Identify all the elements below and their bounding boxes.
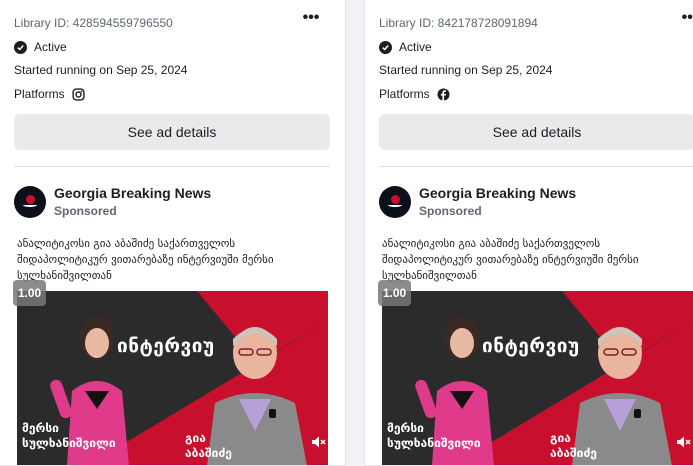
- library-id-row: Library ID: 428594559796550 •••: [14, 10, 331, 31]
- see-ad-details-button[interactable]: See ad details: [379, 114, 693, 150]
- started-running: Started running on Sep 25, 2024: [379, 63, 553, 77]
- status-text: Active: [399, 40, 432, 54]
- ad-body-text: ანალიტიკოსი გია აბაშიძე საქართველოს შიდა…: [382, 236, 682, 284]
- media-name-right: გია აბაშიძე: [550, 431, 597, 460]
- library-id: Library ID: 428594559796550: [14, 16, 173, 30]
- platforms-label: Platforms: [14, 87, 65, 101]
- see-ad-details-button[interactable]: See ad details: [14, 114, 330, 150]
- ad-text-line: შიდაპოლიტიკურ ვითარებაზე ინტერვიუში მერს…: [17, 253, 274, 266]
- advertiser-avatar[interactable]: [14, 186, 46, 218]
- advertiser-row: Georgia Breaking News Sponsored: [14, 185, 211, 218]
- platforms-row: Platforms: [14, 87, 85, 101]
- mute-icon[interactable]: [675, 434, 691, 450]
- library-id-row: Library ID: 842178728091894 •••: [379, 10, 693, 31]
- advertiser-avatar[interactable]: [379, 186, 411, 218]
- ad-text-line: შიდაპოლიტიკურ ვითარებაზე ინტერვიუში მერს…: [382, 253, 639, 266]
- ad-text-line: სულხანიშვილთან: [382, 269, 477, 282]
- facebook-icon: [437, 87, 450, 101]
- advertiser-name[interactable]: Georgia Breaking News: [54, 185, 211, 201]
- status-row: Active: [379, 39, 432, 55]
- ad-text-line: სულხანიშვილთან: [17, 269, 112, 282]
- ad-card: Library ID: 842178728091894 ••• Active S…: [364, 0, 693, 466]
- library-id: Library ID: 842178728091894: [379, 16, 538, 30]
- playback-rate-badge[interactable]: 1.00: [378, 280, 411, 306]
- media-title: ინტერვიუ: [117, 335, 215, 357]
- ad-text-line: ანალიტიკოსი გია აბაშიძე საქართველოს: [17, 237, 236, 250]
- media-name-left: მერსი სულხანიშვილი: [387, 421, 481, 450]
- ad-body-text: ანალიტიკოსი გია აბაშიძე საქართველოს შიდა…: [17, 236, 317, 284]
- ad-card: Library ID: 428594559796550 ••• Active S…: [0, 0, 346, 466]
- divider: [379, 166, 693, 167]
- started-running: Started running on Sep 25, 2024: [14, 63, 188, 77]
- more-options-icon[interactable]: •••: [680, 10, 693, 30]
- ad-library-results: Library ID: 428594559796550 ••• Active S…: [0, 0, 693, 466]
- platforms-label: Platforms: [379, 87, 430, 101]
- ad-video[interactable]: ინტერვიუ მერსი სულხანიშვილი გია აბაშიძე: [382, 291, 693, 465]
- advertiser-row: Georgia Breaking News Sponsored: [379, 185, 576, 218]
- sponsored-label: Sponsored: [54, 204, 117, 218]
- divider: [14, 166, 330, 167]
- more-options-icon[interactable]: •••: [301, 10, 321, 30]
- status-text: Active: [34, 40, 67, 54]
- playback-rate-badge[interactable]: 1.00: [13, 280, 46, 306]
- check-circle-icon: [14, 40, 27, 54]
- ad-video[interactable]: ინტერვიუ მერსი სულხანიშვილი გია აბაშიძე: [17, 291, 328, 465]
- instagram-icon: [72, 87, 85, 101]
- media-name-left: მერსი სულხანიშვილი: [22, 421, 116, 450]
- platforms-row: Platforms: [379, 87, 450, 101]
- sponsored-label: Sponsored: [419, 204, 482, 218]
- media-title: ინტერვიუ: [482, 335, 580, 357]
- ad-text-line: ანალიტიკოსი გია აბაშიძე საქართველოს: [382, 237, 601, 250]
- media-name-right: გია აბაშიძე: [185, 431, 232, 460]
- check-circle-icon: [379, 40, 392, 54]
- advertiser-name[interactable]: Georgia Breaking News: [419, 185, 576, 201]
- status-row: Active: [14, 39, 67, 55]
- mute-icon[interactable]: [310, 434, 326, 450]
